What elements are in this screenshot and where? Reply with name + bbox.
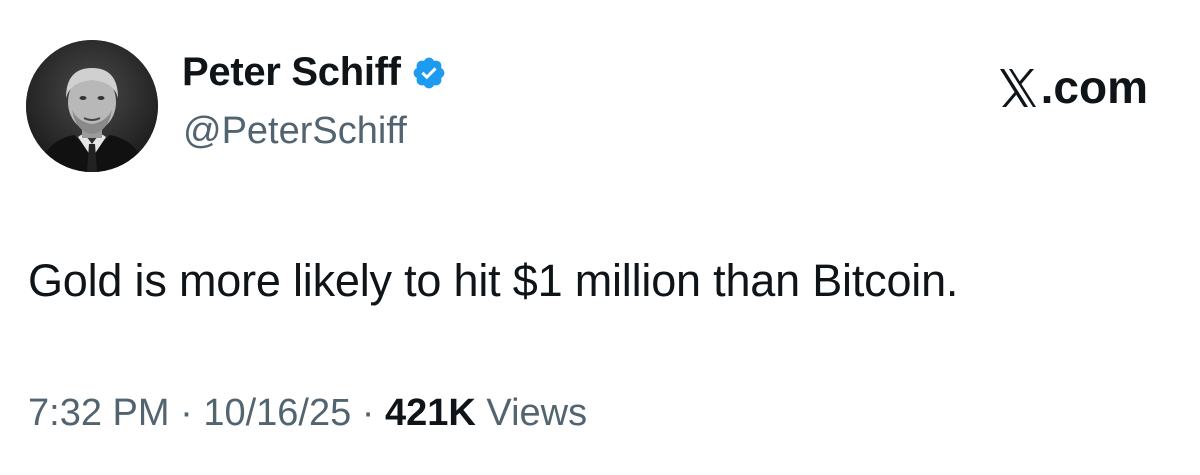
views-label: Views <box>475 392 588 434</box>
x-brand-label: .com <box>1040 61 1148 113</box>
tweet-text: Gold is more likely to hit $1 million th… <box>28 255 959 306</box>
tweet-meta: 7:32 PM · 10/16/25 · 421K Views <box>28 392 587 435</box>
profile-photo <box>26 40 158 172</box>
meta-separator: · <box>169 392 204 434</box>
tweet-time[interactable]: 7:32 PM <box>28 392 170 434</box>
meta-separator: · <box>351 392 386 434</box>
x-logo-icon <box>998 66 1038 108</box>
author-name-row[interactable]: Peter Schiff <box>182 50 447 95</box>
author-display-name[interactable]: Peter Schiff <box>182 50 401 95</box>
author-handle[interactable]: @PeterSchiff <box>183 110 407 153</box>
verified-badge-icon <box>411 55 447 91</box>
avatar[interactable] <box>26 40 158 172</box>
tweet-date[interactable]: 10/16/25 <box>203 392 351 434</box>
views-count[interactable]: 421K <box>385 392 476 434</box>
x-brand: .com <box>998 60 1148 114</box>
